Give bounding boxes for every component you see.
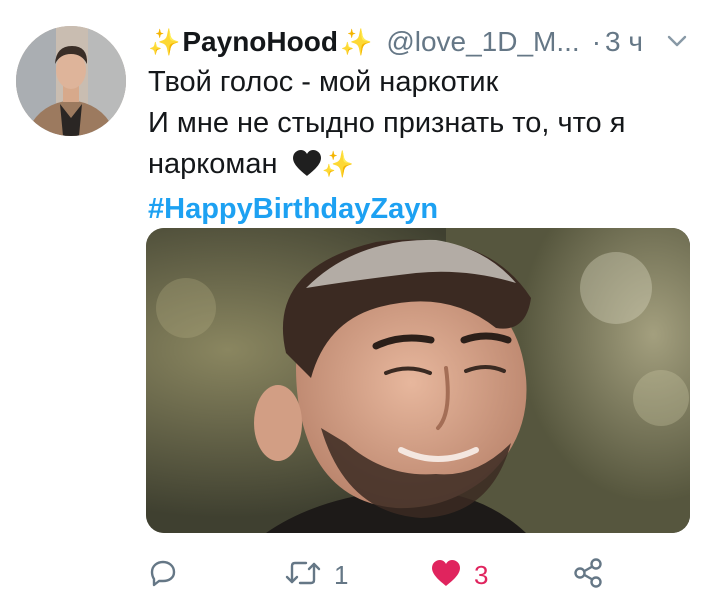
user-handle[interactable]: @love_1D_M... [386,26,579,58]
avatar[interactable] [16,26,126,136]
chevron-down-icon[interactable] [666,30,688,52]
tweet-media-image[interactable] [146,228,690,533]
tweet-text-line: И мне не стыдно признать то, что я [148,107,626,139]
separator-dot: · [591,26,602,57]
retweet-icon [284,558,322,593]
share-button[interactable] [572,555,604,595]
tweet-text: Твой голос - мой наркотик И мне не стыдн… [148,62,688,230]
timestamp[interactable]: 3 ч [605,26,643,58]
tweet-actions: 1 3 [148,555,688,595]
heart-icon [430,558,462,593]
tweet-header: ✨ PaynoHood ✨ @love_1D_M... · 3 ч [148,22,688,62]
tweet-text-line-with-emoji: наркоман ✨ [148,144,688,189]
tweet[interactable]: ✨ PaynoHood ✨ @love_1D_M... · 3 ч Твой г… [0,0,710,612]
display-name[interactable]: PaynoHood [182,26,338,58]
share-icon [572,557,604,594]
sparkles-icon: ✨ [321,149,354,179]
tweet-text-line: Твой голос - мой наркотик [148,66,499,98]
reply-icon [148,558,178,593]
retweet-count: 1 [334,559,349,590]
tweet-text-line: наркоман [148,148,278,180]
reply-button[interactable] [148,555,190,595]
sparkles-icon: ✨ [339,27,373,57]
hashtag-link[interactable]: #HappyBirthdayZayn [148,189,688,230]
black-heart-icon [292,148,322,189]
sparkles-icon: ✨ [148,27,181,57]
like-count: 3 [474,559,489,590]
like-button[interactable]: 3 [430,555,488,595]
retweet-button[interactable]: 1 [284,555,348,595]
